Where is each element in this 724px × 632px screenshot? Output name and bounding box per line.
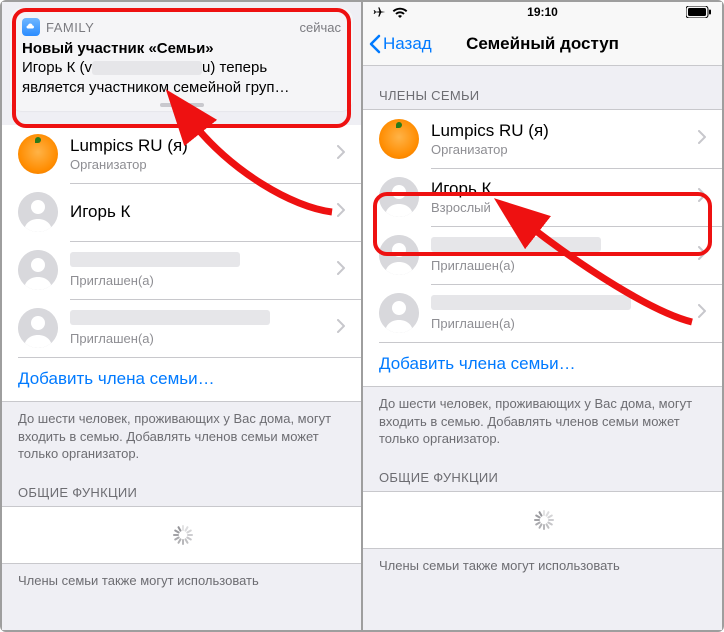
member-row-igor[interactable]: Игорь К Взрослый	[363, 168, 722, 226]
member-role: Приглашен(а)	[431, 258, 690, 273]
back-label: Назад	[383, 34, 432, 54]
member-name: Игорь К	[431, 179, 690, 199]
members-footer: До шести человек, проживающих у Вас дома…	[2, 402, 361, 475]
notification-title: Новый участник «Семьи»	[22, 40, 341, 57]
family-members-list-left: Lumpics RU (я) Организатор Игорь К Пригл…	[2, 125, 361, 402]
chevron-right-icon	[337, 319, 345, 338]
member-row-invited-2[interactable]: Приглашен(а)	[363, 284, 722, 342]
notification-handle[interactable]	[160, 103, 204, 107]
member-name: Lumpics RU (я)	[431, 121, 690, 141]
back-button[interactable]: Назад	[363, 34, 432, 54]
family-members-list-right: Lumpics RU (я) Организатор Игорь К Взрос…	[363, 109, 722, 387]
chevron-right-icon	[337, 261, 345, 280]
chevron-right-icon	[337, 145, 345, 164]
airplane-icon	[373, 5, 387, 19]
member-name	[70, 310, 329, 330]
add-member-label: Добавить члена семьи…	[379, 354, 576, 374]
wifi-icon	[392, 6, 408, 18]
phone-right: 19:10 Назад Семейный доступ ЧЛЕНЫ СЕМЬИ …	[361, 2, 722, 630]
phone-left: FAMILY сейчас Новый участник «Семьи» Иго…	[2, 2, 361, 630]
member-role: Приглашен(а)	[431, 316, 690, 331]
avatar-person-icon	[18, 192, 58, 232]
chevron-right-icon	[698, 188, 706, 207]
member-row-organizer[interactable]: Lumpics RU (я) Организатор	[2, 125, 361, 183]
chevron-right-icon	[337, 203, 345, 222]
chevron-right-icon	[698, 304, 706, 323]
add-member-button[interactable]: Добавить члена семьи…	[2, 357, 361, 401]
add-member-button[interactable]: Добавить члена семьи…	[363, 342, 722, 386]
members-header: ЧЛЕНЫ СЕМЬИ	[363, 66, 722, 109]
avatar-person-icon	[379, 235, 419, 275]
avatar-person-icon	[379, 177, 419, 217]
member-row-invited-1[interactable]: Приглашен(а)	[363, 226, 722, 284]
member-name	[431, 237, 690, 257]
avatar-person-icon	[18, 308, 58, 348]
member-role: Взрослый	[431, 200, 690, 215]
nav-bar: Назад Семейный доступ	[363, 22, 722, 66]
shared-footer: Члены семьи также могут использовать	[2, 564, 361, 602]
shared-features-header: ОБЩИЕ ФУНКЦИИ	[2, 475, 361, 506]
shared-features-header: ОБЩИЕ ФУНКЦИИ	[363, 460, 722, 491]
members-footer: До шести человек, проживающих у Вас дома…	[363, 387, 722, 460]
member-role: Организатор	[431, 142, 690, 157]
notification-body: Игорь К (vu) теперь является участником …	[22, 58, 341, 97]
chevron-right-icon	[698, 130, 706, 149]
chevron-left-icon	[369, 34, 381, 54]
member-name: Игорь К	[70, 202, 329, 222]
battery-icon	[686, 6, 712, 18]
notification-time: сейчас	[300, 20, 342, 35]
notification-card[interactable]: FAMILY сейчас Новый участник «Семьи» Иго…	[10, 8, 353, 111]
notification-app-label: FAMILY	[46, 20, 94, 35]
member-role: Приглашен(а)	[70, 273, 329, 288]
chevron-right-icon	[698, 246, 706, 265]
avatar-person-icon	[379, 293, 419, 333]
loading-row	[363, 491, 722, 549]
spinner-icon	[172, 525, 192, 545]
member-name: Lumpics RU (я)	[70, 136, 329, 156]
member-row-igor[interactable]: Игорь К	[2, 183, 361, 241]
shared-footer: Члены семьи также могут использовать	[363, 549, 722, 587]
member-role: Организатор	[70, 157, 329, 172]
family-app-icon	[22, 18, 40, 36]
status-bar: 19:10	[363, 2, 722, 22]
member-row-organizer[interactable]: Lumpics RU (я) Организатор	[363, 110, 722, 168]
page-title: Семейный доступ	[466, 34, 619, 54]
loading-row	[2, 506, 361, 564]
member-role: Приглашен(а)	[70, 331, 329, 346]
member-name	[70, 252, 329, 272]
spinner-icon	[533, 510, 553, 530]
avatar-orange-icon	[18, 134, 58, 174]
avatar-orange-icon	[379, 119, 419, 159]
status-time: 19:10	[527, 5, 558, 19]
member-name	[431, 295, 690, 315]
member-row-invited-2[interactable]: Приглашен(а)	[2, 299, 361, 357]
avatar-person-icon	[18, 250, 58, 290]
member-row-invited-1[interactable]: Приглашен(а)	[2, 241, 361, 299]
add-member-label: Добавить члена семьи…	[18, 369, 215, 389]
